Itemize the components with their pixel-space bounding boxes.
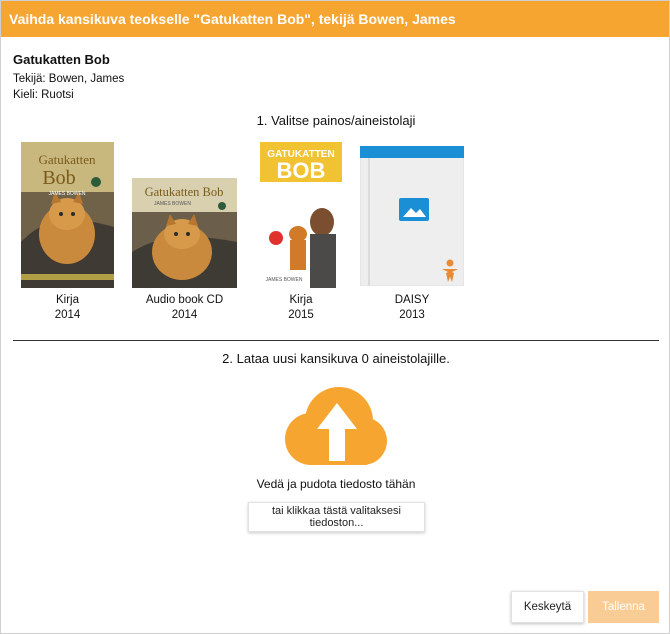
edition-format: DAISY [394,294,430,306]
dialog-title: Vaihda kansikuva teokselle "Gatukatten B… [1,1,669,37]
cover-title-text-2: Bob [42,167,75,189]
cover-thumbnail: Gatukatten Bob JAMES BOWEN [132,178,237,288]
work-author: Tekijä: Bowen, James [13,73,125,85]
paw-icon [218,202,226,210]
edition-format: Kirja [55,294,79,306]
work-info: Gatukatten Bob Tekijä: Bowen, James Kiel… [13,52,124,103]
drop-zone-text[interactable]: Vedä ja pudota tiedosto tähän [1,477,670,491]
step1-title: 1. Valitse painos/aineistolaji [256,113,416,128]
edition-item[interactable]: GATUKATTEN BOB JAMES BOWEN Kirja 2015 [260,142,342,321]
work-language: Kieli: Ruotsi [13,89,74,101]
change-cover-dialog: Vaihda kansikuva teokselle "Gatukatten B… [0,0,670,634]
edition-year: 2014 [54,309,81,321]
edition-item[interactable]: DAISY 2013 [359,145,465,321]
cloud-upload-icon[interactable] [281,385,393,469]
edition-format: Audio book CD [145,294,224,306]
edition-list: Gatukatten Bob JAMES BOWEN Kirja 2014 Ga… [13,137,659,353]
cover-title-text: Gatukatten [38,152,96,167]
cover-thumbnail: GATUKATTEN BOB JAMES BOWEN [260,142,342,288]
scroll-fade [549,137,659,353]
edition-year: 2013 [399,309,425,321]
step2-title: 2. Lataa uusi kansikuva 0 aineistolajill… [222,351,450,366]
section-divider [13,340,659,341]
save-button[interactable]: Tallenna [588,591,659,623]
cover-placeholder [359,145,465,287]
edition-item[interactable]: Gatukatten Bob JAMES BOWEN Audio book CD… [132,142,237,321]
edition-item[interactable]: Gatukatten Bob JAMES BOWEN Kirja 2014 [21,142,114,321]
edition-year: 2014 [171,309,198,321]
cover-author-text: JAMES BOWEN [154,201,191,207]
paw-icon [91,177,101,187]
edition-format: Kirja [289,294,313,306]
cover-author-text: JAMES BOWEN [49,191,86,197]
edition-year: 2015 [288,309,314,321]
cancel-button[interactable]: Keskeytä [511,591,584,623]
cover-title-text: Gatukatten Bob [145,185,224,199]
cover-author-text: JAMES BOWEN [266,277,303,283]
cover-thumbnail: Gatukatten Bob JAMES BOWEN [21,142,114,288]
cover-title-text-2: BOB [277,158,326,183]
work-title: Gatukatten Bob [13,52,110,67]
image-placeholder-icon [399,198,429,221]
browse-file-button[interactable]: tai klikkaa tästä valitaksesi tiedoston.… [248,502,425,532]
